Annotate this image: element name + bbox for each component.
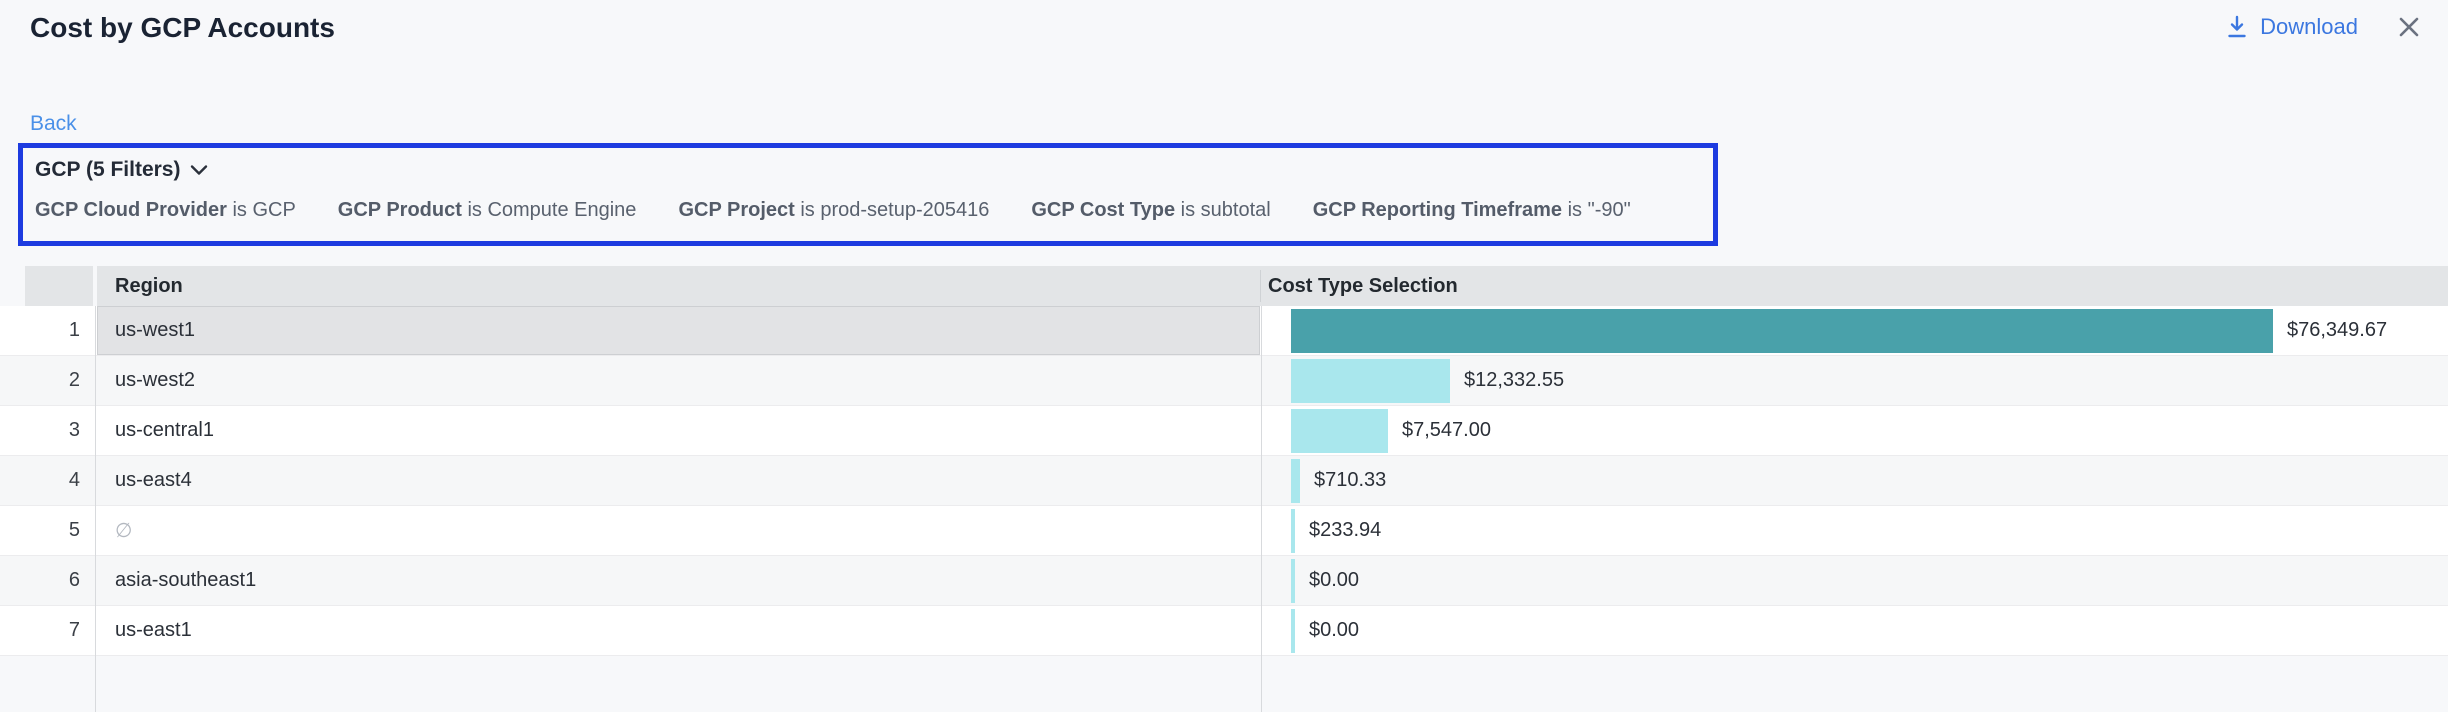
filter-name: GCP Cloud Provider [35, 199, 227, 221]
filter-name: GCP Product [338, 199, 462, 221]
filter-dropdown-toggle[interactable]: GCP (5 Filters) [35, 158, 208, 182]
region-cell[interactable]: asia-southeast1 [97, 556, 1260, 605]
cost-value: $0.00 [1309, 619, 1359, 642]
download-button[interactable]: Download [2226, 14, 2358, 40]
cost-bar [1291, 359, 1450, 403]
region-cell[interactable]: us-west1 [97, 306, 1260, 355]
filter-name: GCP Reporting Timeframe [1313, 199, 1562, 221]
cost-value: $233.94 [1309, 519, 1381, 542]
cost-bar [1291, 409, 1388, 453]
cost-value: $7,547.00 [1402, 419, 1491, 442]
page-title: Cost by GCP Accounts [30, 12, 335, 44]
table-row[interactable]: 1 us-west1 $76,349.67 [0, 306, 2448, 356]
row-number: 6 [0, 556, 80, 605]
cost-bar [1291, 609, 1295, 653]
filter-highlight-box: GCP (5 Filters) GCP Cloud Provider is GC… [18, 143, 1718, 246]
row-number: 7 [0, 606, 80, 655]
cost-cell: $76,349.67 [1262, 306, 2448, 355]
cost-cell: $7,547.00 [1262, 406, 2448, 455]
cost-value: $12,332.55 [1464, 369, 1564, 392]
cost-cell: $0.00 [1262, 556, 2448, 605]
region-cell[interactable]: ∅ [97, 506, 1260, 555]
column-header-region[interactable]: Region [97, 275, 183, 298]
close-icon [2396, 14, 2422, 40]
cost-cell: $710.33 [1262, 456, 2448, 505]
cost-bar [1291, 309, 2273, 353]
header-actions: Download [2226, 14, 2422, 40]
grid-line-number-column [95, 306, 96, 712]
region-cell[interactable]: us-east4 [97, 456, 1260, 505]
filter-item[interactable]: GCP Product is Compute Engine [338, 199, 637, 222]
row-number: 4 [0, 456, 80, 505]
filter-item[interactable]: GCP Reporting Timeframe is "-90" [1313, 199, 1631, 222]
close-button[interactable] [2396, 14, 2422, 40]
filter-list: GCP Cloud Provider is GCP GCP Product is … [35, 199, 1713, 222]
row-number: 3 [0, 406, 80, 455]
table-header: Region Cost Type Selection [0, 266, 2448, 306]
back-link[interactable]: Back [30, 112, 77, 136]
cost-cell: $0.00 [1262, 606, 2448, 655]
row-number: 1 [0, 306, 80, 355]
row-number: 2 [0, 356, 80, 405]
download-label: Download [2260, 14, 2358, 40]
filter-summary-label: GCP (5 Filters) [35, 158, 180, 182]
download-icon [2226, 15, 2248, 39]
cost-bar [1291, 559, 1295, 603]
table-row[interactable]: 6 asia-southeast1 $0.00 [0, 556, 2448, 606]
table-row[interactable]: 2 us-west2 $12,332.55 [0, 356, 2448, 406]
grid-line-cost-column [1261, 306, 1262, 712]
region-cell[interactable]: us-central1 [97, 406, 1260, 455]
table-row[interactable]: 5 ∅ $233.94 [0, 506, 2448, 556]
filter-item[interactable]: GCP Cost Type is subtotal [1031, 199, 1270, 222]
region-cell[interactable]: us-west2 [97, 356, 1260, 405]
cost-value: $710.33 [1314, 469, 1386, 492]
cost-bar [1291, 459, 1300, 503]
table-row[interactable]: 4 us-east4 $710.33 [0, 456, 2448, 506]
cost-value: $0.00 [1309, 569, 1359, 592]
filter-name: GCP Project [678, 199, 794, 221]
cost-table: Region Cost Type Selection 1 us-west1 $7… [0, 266, 2448, 656]
table-rows: 1 us-west1 $76,349.67 2 us-west2 $12,332… [0, 306, 2448, 656]
column-header-cost[interactable]: Cost Type Selection [1268, 275, 1458, 298]
cost-cell: $12,332.55 [1262, 356, 2448, 405]
row-number: 5 [0, 506, 80, 555]
row-number-header [25, 266, 93, 306]
table-row[interactable]: 3 us-central1 $7,547.00 [0, 406, 2448, 456]
region-cell[interactable]: us-east1 [97, 606, 1260, 655]
cost-value: $76,349.67 [2287, 319, 2387, 342]
column-divider [1260, 270, 1261, 302]
cost-bar [1291, 509, 1295, 553]
cost-cell: $233.94 [1262, 506, 2448, 555]
filter-name: GCP Cost Type [1031, 199, 1175, 221]
table-row[interactable]: 7 us-east1 $0.00 [0, 606, 2448, 656]
filter-item[interactable]: GCP Project is prod-setup-205416 [678, 199, 989, 222]
filter-item[interactable]: GCP Cloud Provider is GCP [35, 199, 296, 222]
chevron-down-icon [190, 164, 208, 176]
